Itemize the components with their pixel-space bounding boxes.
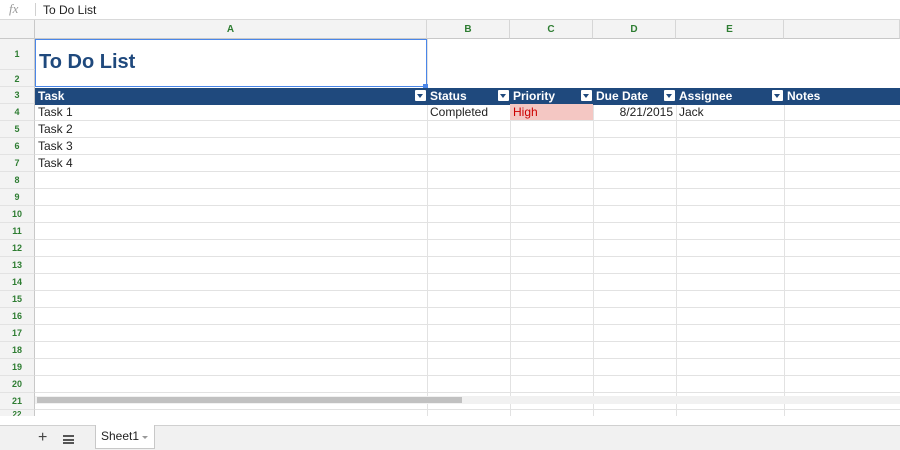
header-assignee-label: Assignee [679,89,733,103]
gridline [35,222,900,223]
all-sheets-menu-icon[interactable] [63,435,74,444]
row-header-18[interactable]: 18 [0,342,35,359]
header-priority-label: Priority [513,89,556,103]
add-sheet-icon[interactable]: + [38,429,47,447]
task-cell[interactable]: Task 2 [35,121,427,138]
header-notes-label: Notes [787,89,821,103]
spreadsheet-grid[interactable]: A B C D E 1 2 3 4 5 6 7 8 9 10 11 12 13 … [0,20,900,416]
row-header-4[interactable]: 4 [0,104,35,121]
sheet-tab-label: Sheet1 [101,429,140,443]
gridline [35,273,900,274]
header-due-date-label: Due Date [596,89,649,103]
formula-bar: fx To Do List [0,0,900,20]
table-header-row: Task Status Priority Due Date Assignee N… [35,88,900,105]
row-header-1[interactable]: 1 [0,39,35,70]
gridline [35,392,900,393]
row-header-3[interactable]: 3 [0,87,35,104]
gridline [784,104,785,416]
header-assignee: Assignee [676,88,784,105]
row-header-5[interactable]: 5 [0,121,35,138]
gridline [35,290,900,291]
gridline [593,104,594,416]
filter-dropdown-icon[interactable] [498,90,509,101]
column-header-d[interactable]: D [593,20,676,39]
assignee-cell[interactable]: Jack [676,104,784,121]
row-header-2[interactable]: 2 [0,70,35,87]
gridline [35,188,900,189]
row-header-8[interactable]: 8 [0,172,35,189]
sheet-tab-caret-icon[interactable] [142,436,148,439]
gridline [35,324,900,325]
status-cell[interactable]: Completed [427,104,510,121]
row-header-13[interactable]: 13 [0,257,35,274]
gridline [510,104,511,416]
gridline [35,256,900,257]
header-status-label: Status [430,89,467,103]
fx-icon: fx [9,1,19,16]
horizontal-scrollbar-thumb[interactable] [37,397,462,403]
gridline [35,307,900,308]
column-header-e[interactable]: E [676,20,784,39]
row-header-7[interactable]: 7 [0,155,35,172]
due-date-cell[interactable]: 8/21/2015 [593,104,676,121]
select-all-corner[interactable] [0,20,35,39]
gridline [35,375,900,376]
column-header-c[interactable]: C [510,20,593,39]
task-cell[interactable]: Task 3 [35,138,427,155]
row-header-10[interactable]: 10 [0,206,35,223]
filter-dropdown-icon[interactable] [772,90,783,101]
gridline [35,409,900,410]
row-header-21[interactable]: 21 [0,393,35,410]
gridline [35,341,900,342]
formula-input[interactable]: To Do List [43,3,96,17]
row-header-14[interactable]: 14 [0,274,35,291]
header-notes: Notes [784,88,900,105]
gridline [35,239,900,240]
formula-bar-divider [35,3,36,16]
priority-cell[interactable]: High [510,104,593,120]
row-header-20[interactable]: 20 [0,376,35,393]
filter-dropdown-icon[interactable] [581,90,592,101]
row-header-12[interactable]: 12 [0,240,35,257]
gridline [35,358,900,359]
sheet-tab-sheet1[interactable]: Sheet1 [95,425,155,449]
gridline [35,205,900,206]
column-header-a[interactable]: A [35,20,427,39]
header-task-label: Task [38,89,65,103]
row-header-11[interactable]: 11 [0,223,35,240]
task-cell[interactable]: Task 4 [35,155,427,172]
sheet-tab-bar: + Sheet1 [0,425,900,450]
sheet-title[interactable]: To Do List [35,39,427,87]
row-header-19[interactable]: 19 [0,359,35,376]
row-header-16[interactable]: 16 [0,308,35,325]
row-header-9[interactable]: 9 [0,189,35,206]
column-header-f[interactable] [784,20,900,39]
filter-dropdown-icon[interactable] [415,90,426,101]
row-header-17[interactable]: 17 [0,325,35,342]
column-header-b[interactable]: B [427,20,510,39]
header-task: Task [35,88,427,105]
gridline [676,104,677,416]
row-header-22[interactable]: 22 [0,410,35,416]
task-cell[interactable]: Task 1 [35,104,427,121]
filter-dropdown-icon[interactable] [664,90,675,101]
row-header-6[interactable]: 6 [0,138,35,155]
row-header-15[interactable]: 15 [0,291,35,308]
